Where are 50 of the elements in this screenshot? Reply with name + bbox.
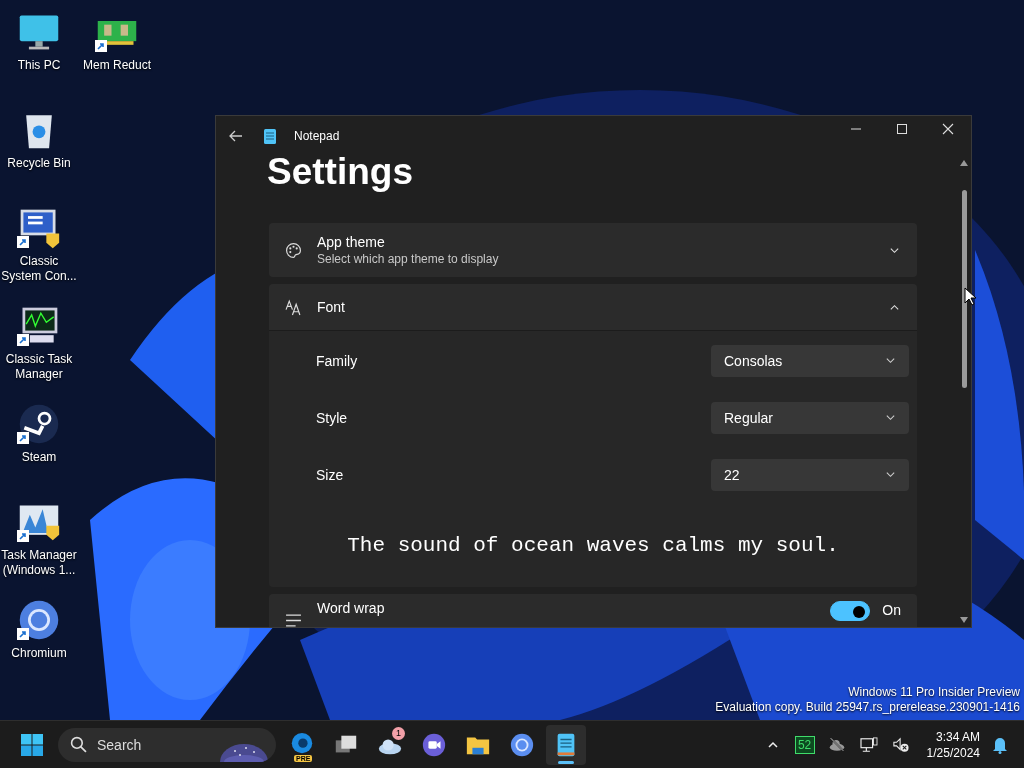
setting-label: Style [316, 409, 349, 426]
desktop-icon-label[interactable]: Classic System Con... [0, 254, 78, 284]
evaluation-notice: Windows 11 Pro Insider Preview [848, 685, 1020, 700]
page-heading: Settings [267, 150, 414, 194]
back-arrow-icon [228, 128, 244, 144]
clock[interactable]: 3:34 AM 1/25/2024 [922, 728, 984, 761]
close-icon [942, 123, 954, 135]
chevron-down-icon [885, 355, 896, 366]
setting-label: Family [316, 352, 359, 369]
maximize-icon [896, 123, 908, 135]
setting-card[interactable]: App theme Select which app theme to display [269, 223, 917, 277]
search-input[interactable]: Search [95, 735, 209, 754]
setting-description: Select which app theme to display [317, 252, 500, 266]
desktop-icon-label[interactable]: Mem Reduct [83, 58, 151, 73]
setting-card[interactable]: Font [269, 284, 917, 330]
notepad-icon [264, 128, 276, 144]
setting-title: Font [317, 299, 346, 315]
toggle-state-label: On [882, 602, 901, 618]
evaluation-notice: Evaluation copy. Build 25947.rs_prerelease.230901-1416 [715, 700, 1020, 715]
dropdown[interactable]: 22 [711, 458, 909, 491]
desktop-icon-label[interactable]: Classic Task Manager [0, 352, 78, 382]
lines-icon [285, 612, 302, 627]
setting-title: Word wrap [317, 600, 385, 616]
scroll-up-arrow-icon[interactable] [960, 160, 968, 166]
toggle-switch[interactable] [830, 601, 871, 621]
mouse-pointer-icon [964, 287, 976, 306]
palette-icon [285, 241, 302, 259]
scrollbar-thumb[interactable] [961, 190, 967, 388]
desktop-icon-label[interactable]: Steam [21, 450, 57, 465]
desktop-icon-label[interactable]: Recycle Bin [7, 156, 71, 171]
setting-label: Size [316, 466, 345, 483]
chevron-down-icon [885, 469, 896, 480]
notepad-icon[interactable] [546, 724, 586, 765]
desktop-icon-label[interactable]: Task Manager (Windows 1... [0, 548, 78, 578]
chromium-icon[interactable] [17, 598, 61, 642]
steam-icon[interactable] [17, 402, 61, 446]
desktop-icon-label[interactable]: This PC [17, 58, 61, 73]
windows-logo-icon [20, 732, 44, 757]
chevron-down-icon [885, 412, 896, 423]
temperature-tray-button[interactable]: 52 [794, 735, 815, 754]
window-title: Notepad [294, 129, 340, 143]
font-preview-text: The sound of ocean waves calms my soul. [347, 533, 839, 557]
search-box[interactable]: Search [58, 727, 276, 762]
search-icon [70, 736, 87, 753]
dropdown[interactable]: Regular [711, 401, 909, 434]
dropdown[interactable]: Consolas [711, 344, 909, 377]
setting-title: App theme [317, 234, 386, 250]
font-size-icon [285, 298, 302, 316]
desktop-icon-label[interactable]: Chromium [11, 646, 67, 661]
scroll-down-arrow-icon[interactable] [960, 617, 968, 623]
